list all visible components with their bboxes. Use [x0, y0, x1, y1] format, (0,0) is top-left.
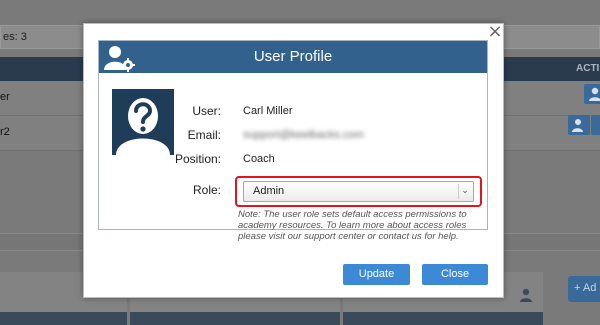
close-icon[interactable]: × [487, 23, 503, 41]
user-profile-modal: × User Profile User: Carl Miller Email: … [83, 23, 504, 298]
bg-add-button-label: + Ad [574, 282, 597, 294]
user-settings-icon [572, 119, 583, 132]
bg-count-text: es: 3 [3, 31, 27, 43]
bg-user-button [584, 84, 600, 104]
bg-row-label: r2 [0, 126, 10, 138]
email-label: Email: [187, 128, 221, 142]
bg-card-footer [343, 312, 543, 325]
bg-row-label: er [0, 91, 10, 103]
user-icon [589, 87, 600, 101]
bg-user-button [591, 115, 600, 135]
bg-count-field: es: 3 [0, 25, 90, 49]
panel-header: User Profile [99, 41, 487, 73]
role-select[interactable]: Admin ⌄ [243, 181, 474, 202]
bg-add-button: + Ad [568, 276, 600, 302]
bg-user-settings-button [568, 115, 590, 135]
profile-panel: User Profile User: Carl Miller Email: su… [98, 40, 488, 242]
chevron-down-icon: ⌄ [458, 184, 471, 199]
close-button[interactable]: Close [422, 264, 488, 285]
bg-actions-header: ACTI [576, 63, 600, 74]
modal-title: User Profile [253, 48, 333, 65]
role-note: Note: The user role sets default access … [238, 209, 467, 242]
email-value: support@keelbacks.com [243, 129, 364, 141]
role-label: Role: [192, 183, 221, 197]
position-value: Coach [243, 153, 275, 165]
bg-card-footer [0, 312, 127, 325]
bg-search-field [500, 25, 600, 49]
position-label: Position: [174, 152, 221, 166]
role-select-value: Admin [253, 185, 285, 197]
bg-card-footer [130, 312, 340, 325]
user-icon [520, 288, 532, 302]
user-label: User: [192, 104, 221, 118]
person-placeholder-icon [112, 89, 174, 155]
user-value: Carl Miller [243, 105, 293, 117]
update-button[interactable]: Update [343, 264, 410, 285]
avatar [112, 89, 174, 155]
